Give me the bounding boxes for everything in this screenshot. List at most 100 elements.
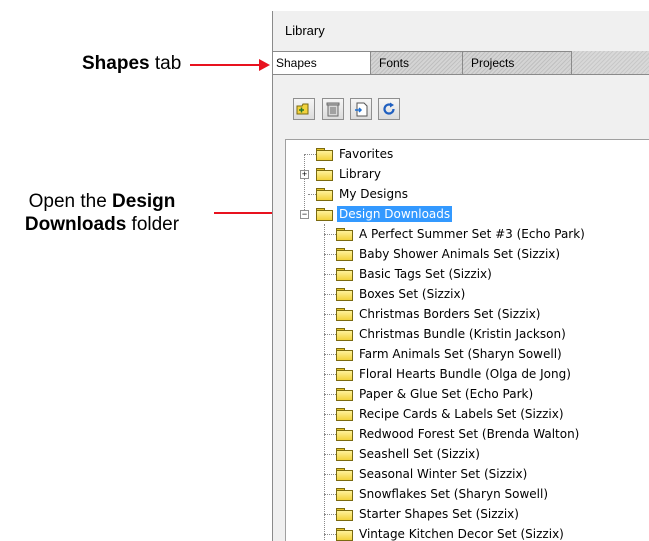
tree-line: [324, 494, 336, 495]
tree-line: [324, 314, 336, 315]
tree-line: [308, 194, 316, 195]
trash-icon: [326, 102, 340, 116]
tree-item-label: Starter Shapes Set (Sizzix): [359, 507, 519, 521]
tree-item-label: Favorites: [339, 147, 394, 161]
design-downloads-annotation: Open the Design Downloads folder: [24, 191, 180, 235]
panel-title: Library: [285, 23, 325, 38]
tree-item-label: Snowflakes Set (Sharyn Sowell): [359, 487, 548, 501]
arrow-head-shapes: [259, 59, 270, 71]
tree-item-label: Vintage Kitchen Decor Set (Sizzix): [359, 527, 564, 541]
tree-line: [324, 234, 336, 235]
tree-item-label: Basic Tags Set (Sizzix): [359, 267, 492, 281]
tree-line: [324, 434, 336, 435]
tree-item-label: Boxes Set (Sizzix): [359, 287, 466, 301]
folder-icon: [336, 487, 353, 501]
tree-line: [324, 534, 336, 535]
tree-item-child[interactable]: Paper & Glue Set (Echo Park): [336, 384, 535, 404]
folder-icon: [336, 387, 353, 401]
folder-icon: [336, 527, 353, 541]
import-icon: [355, 102, 368, 116]
tree-item-label: Baby Shower Animals Set (Sizzix): [359, 247, 561, 261]
tree-item-label: Seashell Set (Sizzix): [359, 447, 480, 461]
panel-header: Library: [273, 11, 649, 49]
tree-item-child[interactable]: Starter Shapes Set (Sizzix): [336, 504, 521, 524]
folder-icon: [316, 147, 333, 161]
tree-item-child[interactable]: Recipe Cards & Labels Set (Sizzix): [336, 404, 566, 424]
tree-line: [324, 294, 336, 295]
tree-item-child[interactable]: Farm Animals Set (Sharyn Sowell): [336, 344, 564, 364]
tab-content: + − Favorites Library My Designs Design …: [273, 74, 649, 541]
tab-bar: Shapes Fonts Projects: [273, 51, 649, 74]
shapes-tab-annotation: Shapes tab: [82, 53, 182, 74]
library-panel: Library Shapes Fonts Projects + − Favori…: [272, 11, 649, 541]
folder-icon: [336, 467, 353, 481]
tab-fonts[interactable]: Fonts: [371, 51, 463, 74]
refresh-button[interactable]: [378, 98, 400, 120]
arrow-to-shapes-tab: [190, 64, 260, 66]
tree-item-label: Christmas Bundle (Kristin Jackson): [359, 327, 566, 341]
delete-button[interactable]: [322, 98, 344, 120]
tree-item-child[interactable]: Vintage Kitchen Decor Set (Sizzix): [336, 524, 566, 541]
tree-line: [324, 474, 336, 475]
folder-icon: [336, 507, 353, 521]
tree-item-favorites[interactable]: Favorites: [316, 144, 395, 164]
folder-icon: [336, 447, 353, 461]
folder-tree: + − Favorites Library My Designs Design …: [285, 139, 649, 541]
tree-item-child[interactable]: Baby Shower Animals Set (Sizzix): [336, 244, 562, 264]
tree-line: [324, 254, 336, 255]
tree-item-label: Design Downloads: [337, 206, 453, 222]
tree-item-library[interactable]: Library: [316, 164, 383, 184]
tree-item-child[interactable]: Christmas Bundle (Kristin Jackson): [336, 324, 568, 344]
tree-item-child[interactable]: Floral Hearts Bundle (Olga de Jong): [336, 364, 573, 384]
tree-item-label: My Designs: [339, 187, 408, 201]
refresh-icon: [383, 102, 395, 115]
tab-projects[interactable]: Projects: [463, 51, 572, 74]
tree-item-child[interactable]: Boxes Set (Sizzix): [336, 284, 467, 304]
folder-icon: [336, 427, 353, 441]
tree-item-label: Library: [339, 167, 381, 181]
tree-item-child[interactable]: Seasonal Winter Set (Sizzix): [336, 464, 529, 484]
tree-item-child[interactable]: Seashell Set (Sizzix): [336, 444, 482, 464]
import-button[interactable]: [350, 98, 372, 120]
tree-item-label: Farm Animals Set (Sharyn Sowell): [359, 347, 562, 361]
tree-line: [304, 154, 316, 155]
tree-line: [304, 154, 305, 214]
folder-icon: [336, 327, 353, 341]
tree-item-child[interactable]: Redwood Forest Set (Brenda Walton): [336, 424, 581, 444]
tree-item-my-designs[interactable]: My Designs: [316, 184, 410, 204]
folder-icon: [336, 407, 353, 421]
folder-icon: [316, 187, 333, 201]
tree-line: [324, 334, 336, 335]
tree-item-child[interactable]: Basic Tags Set (Sizzix): [336, 264, 494, 284]
tree-item-label: Recipe Cards & Labels Set (Sizzix): [359, 407, 564, 421]
tab-shapes[interactable]: Shapes: [273, 51, 371, 74]
tree-item-child[interactable]: Snowflakes Set (Sharyn Sowell): [336, 484, 550, 504]
tree-item-child[interactable]: A Perfect Summer Set #3 (Echo Park): [336, 224, 587, 244]
tree-line: [324, 374, 336, 375]
folder-icon: [336, 267, 353, 281]
tree-item-design-downloads[interactable]: Design Downloads: [316, 204, 453, 224]
tree-item-label: Christmas Borders Set (Sizzix): [359, 307, 541, 321]
folder-icon: [336, 247, 353, 261]
tree-line: [324, 274, 336, 275]
tree-item-label: A Perfect Summer Set #3 (Echo Park): [359, 227, 585, 241]
tree-line: [324, 514, 336, 515]
tree-item-label: Paper & Glue Set (Echo Park): [359, 387, 534, 401]
new-folder-button[interactable]: [293, 98, 315, 120]
tree-item-label: Floral Hearts Bundle (Olga de Jong): [359, 367, 571, 381]
folder-icon: [316, 167, 333, 181]
collapse-design-downloads-toggle[interactable]: −: [300, 210, 309, 219]
folder-icon: [336, 287, 353, 301]
folder-icon: [336, 367, 353, 381]
folder-icon: [336, 307, 353, 321]
tree-item-child[interactable]: Christmas Borders Set (Sizzix): [336, 304, 542, 324]
tree-line: [324, 394, 336, 395]
tree-item-label: Redwood Forest Set (Brenda Walton): [359, 427, 580, 441]
folder-icon: [336, 347, 353, 361]
new-folder-icon: [296, 103, 309, 115]
folder-open-icon: [316, 207, 333, 221]
tree-line: [324, 454, 336, 455]
tree-item-label: Seasonal Winter Set (Sizzix): [359, 467, 528, 481]
expand-library-toggle[interactable]: +: [300, 170, 309, 179]
tree-line: [324, 414, 336, 415]
